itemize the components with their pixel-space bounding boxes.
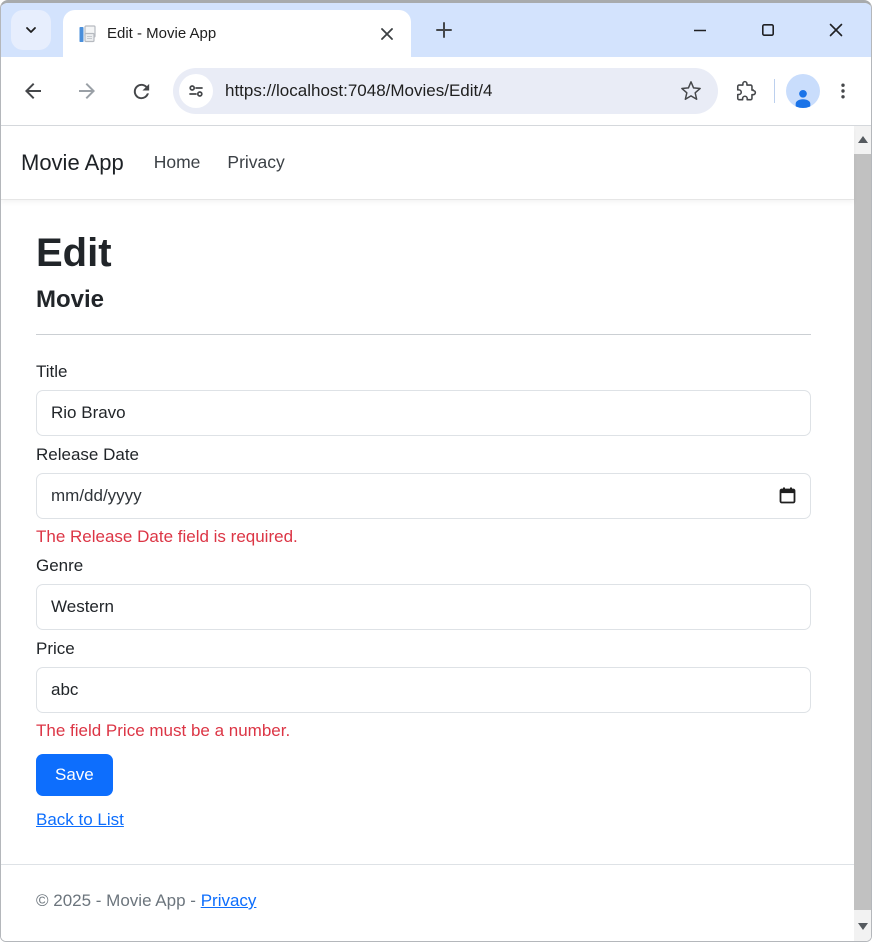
minimize-button[interactable] xyxy=(681,11,719,49)
favicon-icon xyxy=(77,24,97,44)
nav-link-home[interactable]: Home xyxy=(154,152,201,173)
extensions-puzzle-icon[interactable] xyxy=(726,71,766,111)
genre-label: Genre xyxy=(36,556,811,576)
profile-person-icon xyxy=(786,74,820,108)
scrollbar[interactable] xyxy=(854,126,871,941)
genre-input[interactable] xyxy=(36,584,811,630)
arrow-right-icon xyxy=(75,79,99,103)
genre-field-group: Genre xyxy=(36,556,811,630)
window-controls xyxy=(681,11,871,49)
scrollbar-thumb[interactable] xyxy=(854,154,871,910)
title-label: Title xyxy=(36,362,811,382)
tab-close-icon[interactable] xyxy=(373,20,401,48)
browser-toolbar: https://localhost:7048/Movies/Edit/4 xyxy=(1,57,871,126)
copyright-text: © 2025 - Movie App - xyxy=(36,891,196,910)
maximize-button[interactable] xyxy=(749,11,787,49)
save-button[interactable]: Save xyxy=(36,754,113,796)
back-to-list-link[interactable]: Back to List xyxy=(36,810,124,830)
profile-avatar[interactable] xyxy=(783,71,823,111)
browser-tab[interactable]: Edit - Movie App xyxy=(63,10,411,57)
page-title: Edit xyxy=(36,230,811,276)
page-subtitle: Movie xyxy=(36,286,811,314)
release-date-label: Release Date xyxy=(36,445,811,465)
price-input[interactable] xyxy=(36,667,811,713)
bookmark-star-icon[interactable] xyxy=(674,74,708,108)
chevron-down-icon xyxy=(23,22,39,38)
nav-links: Home Privacy xyxy=(154,152,285,173)
back-button[interactable] xyxy=(13,71,53,111)
title-field-group: Title xyxy=(36,362,811,436)
tune-icon xyxy=(186,81,206,101)
divider xyxy=(36,334,811,335)
arrow-left-icon xyxy=(21,79,45,103)
release-date-error: The Release Date field is required. xyxy=(36,527,811,547)
site-footer: © 2025 - Movie App - Privacy xyxy=(1,864,854,941)
browser-window: Edit - Movie App xyxy=(0,0,872,942)
address-bar[interactable]: https://localhost:7048/Movies/Edit/4 xyxy=(173,68,718,114)
scrollbar-up-arrow[interactable] xyxy=(854,126,871,152)
brand-link[interactable]: Movie App xyxy=(21,150,124,176)
reload-button[interactable] xyxy=(121,71,161,111)
url-text[interactable]: https://localhost:7048/Movies/Edit/4 xyxy=(225,81,662,101)
close-window-button[interactable] xyxy=(817,11,855,49)
forward-button[interactable] xyxy=(67,71,107,111)
new-tab-button[interactable] xyxy=(427,13,461,47)
menu-kebab-icon[interactable] xyxy=(823,71,863,111)
footer-privacy-link[interactable]: Privacy xyxy=(201,891,257,910)
price-field-group: Price The field Price must be a number. xyxy=(36,639,811,741)
release-date-field-group: Release Date The Release Date f xyxy=(36,445,811,547)
toolbar-divider xyxy=(774,79,775,103)
price-error: The field Price must be a number. xyxy=(36,721,811,741)
release-date-input[interactable] xyxy=(36,473,811,519)
plus-icon xyxy=(435,21,453,39)
browser-titlebar: Edit - Movie App xyxy=(1,3,871,57)
site-navbar: Movie App Home Privacy xyxy=(1,126,854,200)
site-settings-button[interactable] xyxy=(179,74,213,108)
tab-search-button[interactable] xyxy=(11,10,51,50)
nav-link-privacy[interactable]: Privacy xyxy=(227,152,284,173)
title-input[interactable] xyxy=(36,390,811,436)
main-content: Edit Movie Title Release Date xyxy=(1,200,854,864)
price-label: Price xyxy=(36,639,811,659)
reload-icon xyxy=(130,80,153,103)
page-content: Movie App Home Privacy Edit Movie Title … xyxy=(1,126,854,941)
tab-title: Edit - Movie App xyxy=(107,25,363,42)
scrollbar-down-arrow[interactable] xyxy=(854,913,871,939)
page-viewport: Movie App Home Privacy Edit Movie Title … xyxy=(1,126,871,941)
